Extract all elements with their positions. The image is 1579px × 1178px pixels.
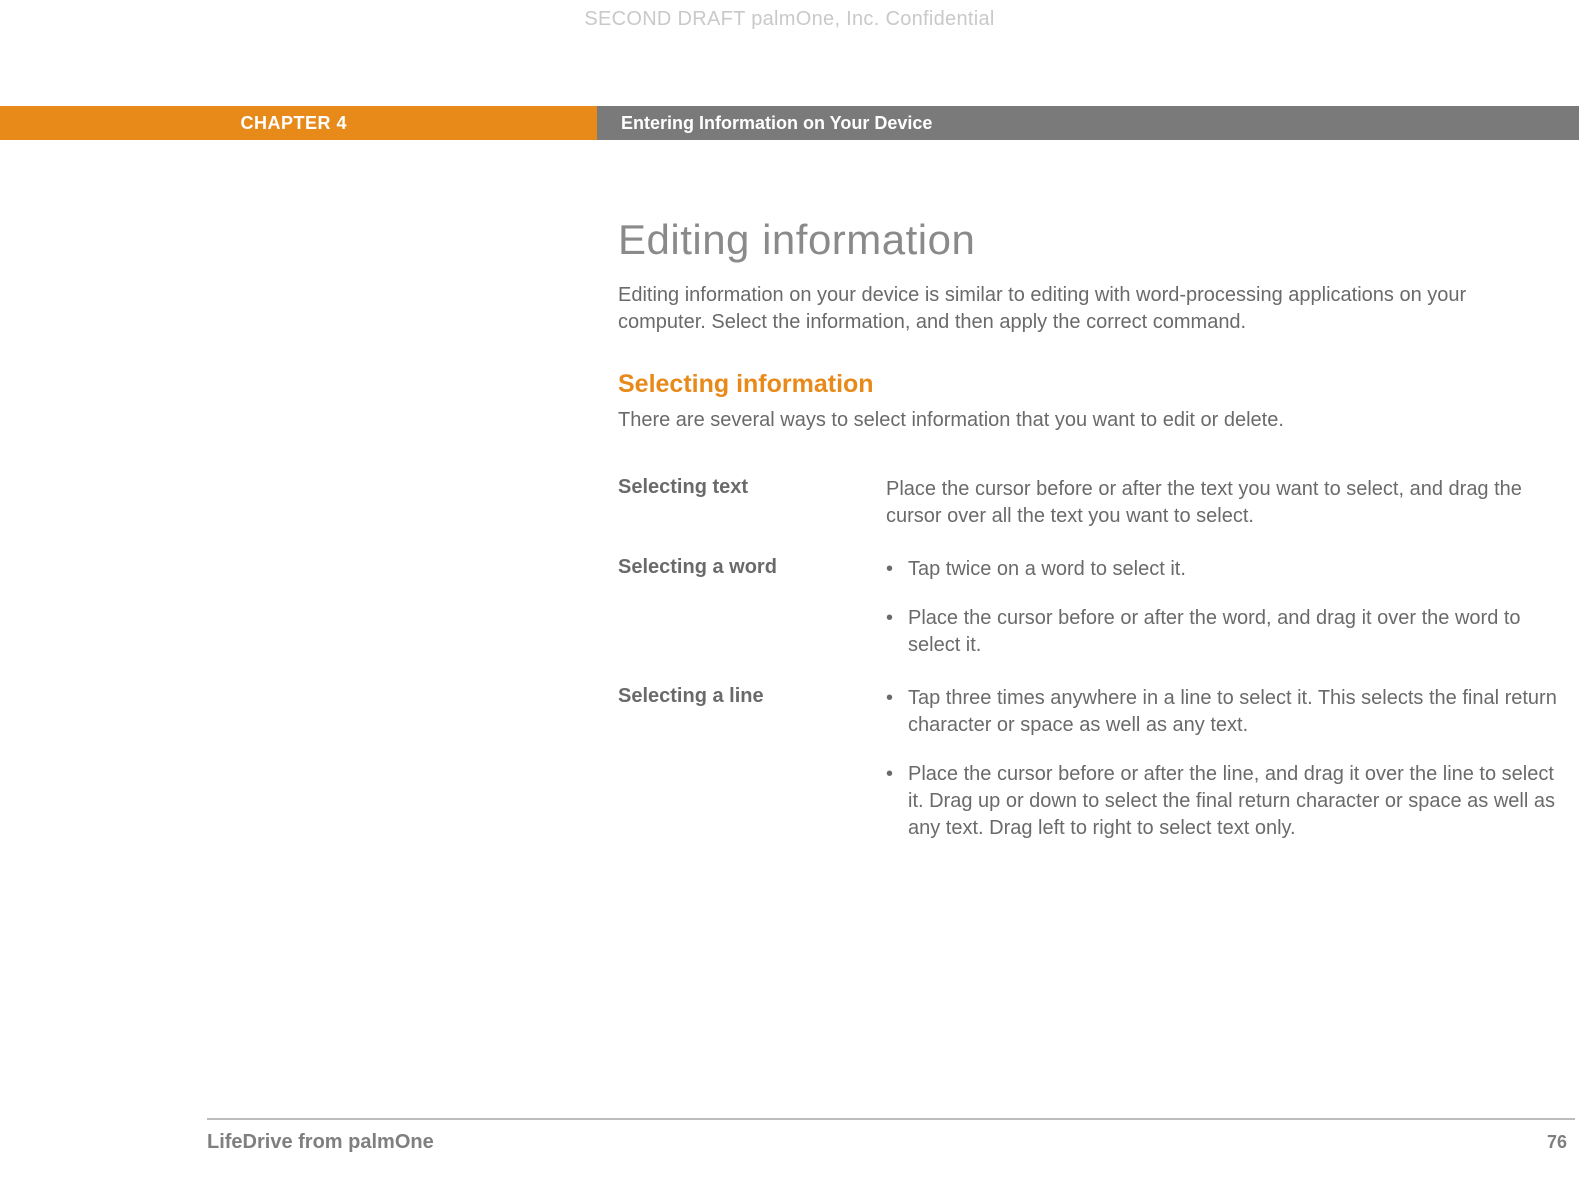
footer-divider xyxy=(207,1118,1575,1120)
main-content: Editing information Editing information … xyxy=(618,216,1558,868)
chapter-label: CHAPTER 4 xyxy=(240,113,347,134)
row-body: • Tap three times anywhere in a line to … xyxy=(886,685,1558,842)
row-selecting-line: Selecting a line • Tap three times anywh… xyxy=(618,685,1558,842)
footer: LifeDrive from palmOne 76 xyxy=(207,1131,1575,1154)
row-label: Selecting text xyxy=(618,476,886,530)
list-item: • Place the cursor before or after the w… xyxy=(886,605,1558,659)
row-label: Selecting a word xyxy=(618,556,886,659)
row-label: Selecting a line xyxy=(618,685,886,842)
chapter-title: Entering Information on Your Device xyxy=(621,113,932,134)
row-body: • Tap twice on a word to select it. • Pl… xyxy=(886,556,1558,659)
row-selecting-text: Selecting text Place the cursor before o… xyxy=(618,476,1558,530)
list-item: • Place the cursor before or after the l… xyxy=(886,761,1558,842)
intro-paragraph: Editing information on your device is si… xyxy=(618,282,1558,336)
bullet-icon: • xyxy=(886,761,908,842)
page-title: Editing information xyxy=(618,216,1558,264)
bullet-text: Tap three times anywhere in a line to se… xyxy=(908,685,1558,739)
row-selecting-word: Selecting a word • Tap twice on a word t… xyxy=(618,556,1558,659)
bullet-text: Place the cursor before or after the wor… xyxy=(908,605,1558,659)
list-item: • Tap twice on a word to select it. xyxy=(886,556,1558,583)
bullet-icon: • xyxy=(886,556,908,583)
bullet-text: Place the cursor before or after the lin… xyxy=(908,761,1558,842)
bullet-icon: • xyxy=(886,685,908,739)
chapter-label-container: CHAPTER 4 xyxy=(0,106,597,140)
bullet-text: Tap twice on a word to select it. xyxy=(908,556,1558,583)
footer-page-number: 76 xyxy=(1547,1132,1575,1153)
bullet-icon: • xyxy=(886,605,908,659)
chapter-bar: CHAPTER 4 Entering Information on Your D… xyxy=(0,106,1579,140)
watermark-text: SECOND DRAFT palmOne, Inc. Confidential xyxy=(0,8,1579,31)
footer-product: LifeDrive from palmOne xyxy=(207,1131,434,1154)
row-body: Place the cursor before or after the tex… xyxy=(886,476,1558,530)
subintro-paragraph: There are several ways to select informa… xyxy=(618,407,1558,434)
chapter-title-container: Entering Information on Your Device xyxy=(597,106,1579,140)
list-item: • Tap three times anywhere in a line to … xyxy=(886,685,1558,739)
subheading: Selecting information xyxy=(618,370,1558,399)
